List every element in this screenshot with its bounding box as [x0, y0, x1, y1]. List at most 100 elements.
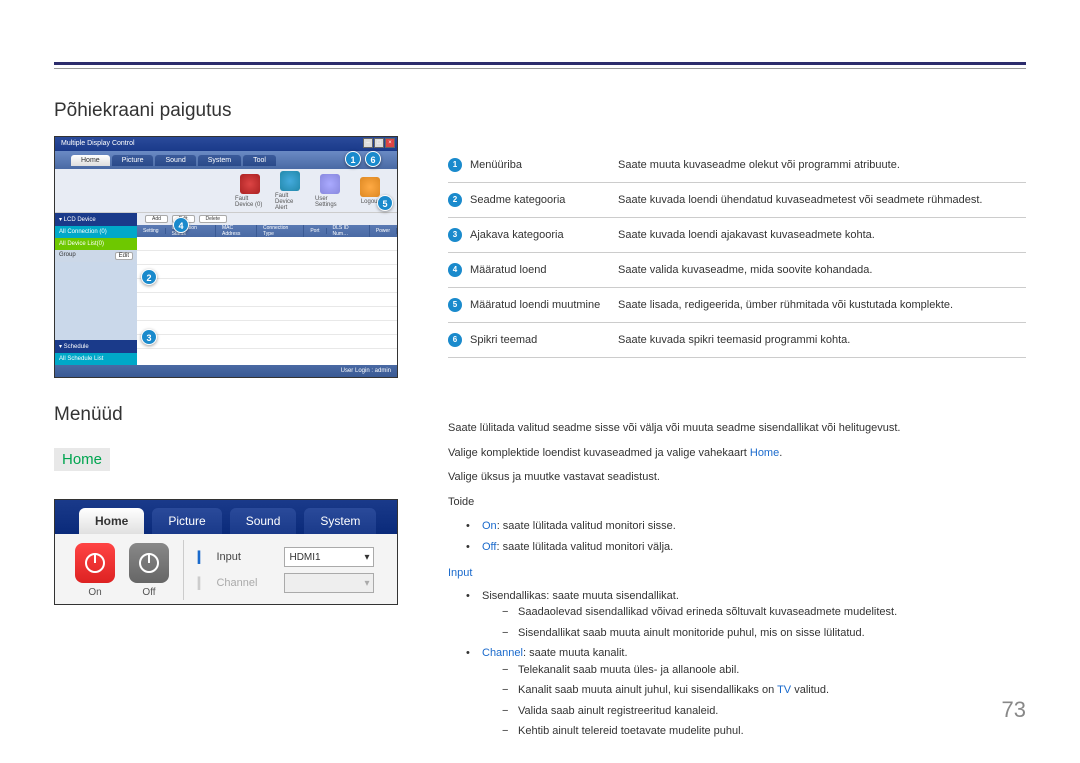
- legend-desc: Saate kuvada loendi ühendatud kuvaseadme…: [618, 194, 1026, 206]
- legend-num-1: 1: [448, 158, 462, 172]
- list-item: Saadaolevad sisendallikad võivad erineda…: [506, 604, 1026, 621]
- minimize-icon: –: [363, 138, 373, 148]
- callout-2: 2: [141, 269, 157, 285]
- sidebar-hdr-lcd: ▾ LCD Device: [55, 213, 137, 226]
- legend-num-6: 6: [448, 333, 462, 347]
- list-item: Channel: saate muuta kanalit. Telekanali…: [472, 645, 1026, 740]
- sub-heading-input: Input: [448, 565, 1026, 582]
- fault-alert-icon: [280, 171, 300, 191]
- tab-home: Home: [71, 155, 110, 166]
- sidebar-hdr-schedule: ▾ Schedule: [55, 340, 137, 353]
- chevron-down-icon: ▾: [364, 552, 369, 563]
- section-title-home: Home: [54, 448, 110, 471]
- status-bar: User Login : admin: [55, 365, 397, 377]
- right-column: 1 Menüüriba Saate muuta kuvaseadme oleku…: [448, 148, 1026, 748]
- grid-row: [137, 251, 397, 265]
- tab-tool: Tool: [243, 155, 276, 166]
- tab-picture: Picture: [112, 155, 154, 166]
- fault-device-icon: [240, 174, 260, 194]
- legend-label: Määratud loend: [470, 264, 610, 276]
- legend-desc: Saate lisada, redigeerida, ümber rühmita…: [618, 299, 1026, 311]
- grid-row: [137, 237, 397, 251]
- grid-row: [137, 265, 397, 279]
- tab-sound: Sound: [155, 155, 195, 166]
- grid-row: [137, 335, 397, 349]
- tool-fault-alert: Fault Device Alert: [275, 171, 305, 211]
- list-item: Sisendallikat saab muuta ainult monitori…: [506, 625, 1026, 642]
- input-select: HDMI1▾: [284, 547, 374, 567]
- channel-select: ▾: [284, 573, 374, 593]
- section-title-layout: Põhiekraani paigutus: [54, 100, 400, 122]
- power-on-icon: [75, 543, 115, 583]
- legend-num-2: 2: [448, 193, 462, 207]
- callout-5: 5: [377, 195, 393, 211]
- legend-row: 2 Seadme kategooria Saate kuvada loendi …: [448, 183, 1026, 218]
- legend-num-3: 3: [448, 228, 462, 242]
- tab-bar-2: Home Picture Sound System: [55, 500, 397, 534]
- divider: [183, 540, 184, 600]
- section-title-menus: Menüüd: [54, 404, 400, 426]
- tab-picture-2: Picture: [152, 508, 221, 534]
- field-input: ▎ Input HDMI1▾: [198, 547, 374, 567]
- list-item: Telekanalit saab muuta üles- ja allanool…: [506, 662, 1026, 679]
- list-item: Kanalit saab muuta ainult juhul, kui sis…: [506, 682, 1026, 699]
- list-item: On: saate lülitada valitud monitori siss…: [472, 518, 1026, 535]
- legend-row: 3 Ajakava kategooria Saate kuvada loendi…: [448, 218, 1026, 253]
- paragraph: Saate lülitada valitud seadme sisse või …: [448, 420, 1026, 437]
- legend-label: Seadme kategooria: [470, 194, 610, 206]
- paragraph: Valige üksus ja muutke vastavat seadistu…: [448, 469, 1026, 486]
- tab-system-2: System: [304, 508, 376, 534]
- grid-btn-delete: Delete: [199, 215, 227, 223]
- tab-system: System: [198, 155, 241, 166]
- legend-label: Spikri teemad: [470, 334, 610, 346]
- toolbar: Fault Device (0) Fault Device Alert User…: [55, 169, 397, 213]
- grid-btn-add: Add: [145, 215, 168, 223]
- power-off-icon: [129, 543, 169, 583]
- list-item: Valida saab ainult registreeritud kanale…: [506, 703, 1026, 720]
- body-text: Saate lülitada valitud seadme sisse või …: [448, 420, 1026, 740]
- legend-table: 1 Menüüriba Saate muuta kuvaseadme oleku…: [448, 148, 1026, 358]
- legend-row: 6 Spikri teemad Saate kuvada spikri teem…: [448, 323, 1026, 358]
- legend-row: 5 Määratud loendi muutmine Saate lisada,…: [448, 288, 1026, 323]
- tool-user-settings: User Settings: [315, 174, 345, 208]
- screenshot-home: Home Picture Sound System On Off ▎ In: [54, 499, 398, 605]
- legend-label: Menüüriba: [470, 159, 610, 171]
- paragraph: Valige komplektide loendist kuvaseadmed …: [448, 445, 1026, 462]
- grid-row: [137, 293, 397, 307]
- legend-num-4: 4: [448, 263, 462, 277]
- sidebar-all-connection: All Connection (0): [55, 226, 137, 238]
- sub-heading-toide: Toide: [448, 494, 1026, 511]
- sidebar-group-edit-btn: Edit: [115, 252, 133, 260]
- main-grid: Add Edit Delete Setting Connection Statu…: [137, 213, 397, 365]
- close-icon: ×: [385, 138, 395, 148]
- sidebar-all-device-list: All Device List(0): [55, 238, 137, 250]
- legend-row: 4 Määratud loend Saate valida kuvaseadme…: [448, 253, 1026, 288]
- grid-row: [137, 279, 397, 293]
- sidebar: ▾ LCD Device All Connection (0) All Devi…: [55, 213, 137, 365]
- maximize-icon: □: [374, 138, 384, 148]
- page-number: 73: [1002, 697, 1026, 723]
- left-column: Põhiekraani paigutus Multiple Display Co…: [54, 100, 400, 605]
- field-channel: ▎ Channel ▾: [198, 573, 374, 593]
- legend-row: 1 Menüüriba Saate muuta kuvaseadme oleku…: [448, 148, 1026, 183]
- callout-4: 4: [173, 217, 189, 233]
- sidebar-group: Group Edit: [55, 250, 137, 262]
- list-item: Off: saate lülitada valitud monitori väl…: [472, 539, 1026, 556]
- power-on-button: On: [75, 543, 115, 598]
- tab-home-2: Home: [79, 508, 144, 534]
- legend-desc: Saate muuta kuvaseadme olekut või progra…: [618, 159, 1026, 171]
- tab-sound-2: Sound: [230, 508, 297, 534]
- legend-label: Määratud loendi muutmine: [470, 299, 610, 311]
- callout-1: 1: [345, 151, 361, 167]
- list-item: Kehtib ainult telereid toetavate mudelit…: [506, 723, 1026, 740]
- logout-icon: [360, 177, 380, 197]
- callout-6: 6: [365, 151, 381, 167]
- screenshot-main-layout: Multiple Display Control – □ × Home Pict…: [54, 136, 398, 378]
- page-header-rule: [54, 62, 1026, 65]
- grid-row: [137, 307, 397, 321]
- legend-desc: Saate kuvada loendi ajakavast kuvaseadme…: [618, 229, 1026, 241]
- power-off-button: Off: [129, 543, 169, 598]
- window-titlebar: Multiple Display Control – □ ×: [55, 137, 397, 151]
- list-item: Sisendallikas: saate muuta sisendallikat…: [472, 588, 1026, 642]
- window-title: Multiple Display Control: [61, 140, 135, 147]
